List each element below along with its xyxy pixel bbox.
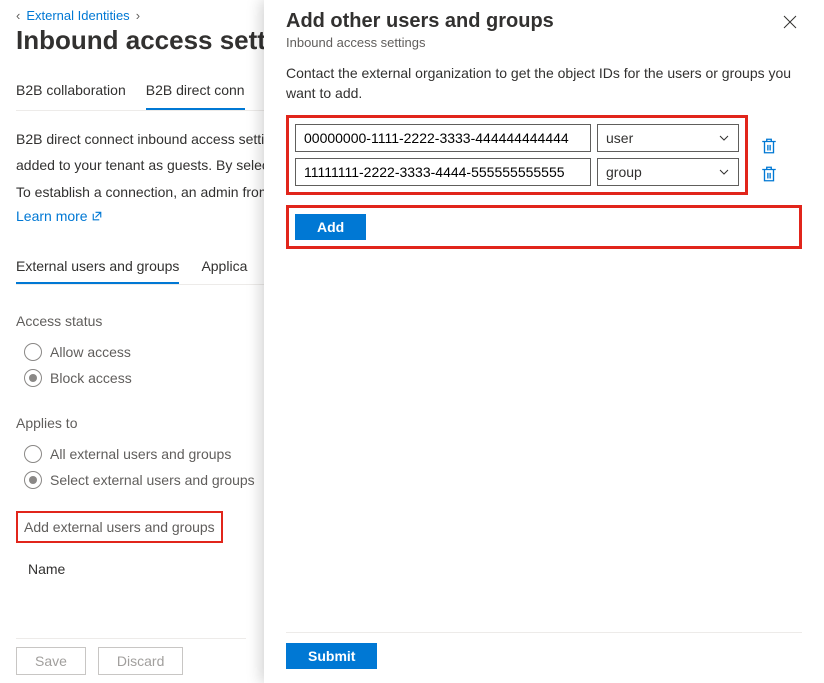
discard-button[interactable]: Discard xyxy=(98,647,183,675)
external-link-icon xyxy=(91,210,103,222)
submit-button[interactable]: Submit xyxy=(286,643,377,669)
object-id-input[interactable] xyxy=(295,158,591,186)
object-type-select[interactable]: group xyxy=(597,158,739,186)
subtab-external-users-groups[interactable]: External users and groups xyxy=(16,252,179,284)
panel-instruction: Contact the external organization to get… xyxy=(286,64,802,103)
object-id-input[interactable] xyxy=(295,124,591,152)
object-row: group xyxy=(295,158,739,186)
delete-row-button[interactable] xyxy=(760,165,778,183)
close-button[interactable] xyxy=(778,10,802,34)
radio-icon xyxy=(24,369,42,387)
tab-b2b-collaboration[interactable]: B2B collaboration xyxy=(16,74,126,110)
add-button-highlight: Add xyxy=(286,205,802,249)
footer-bar: Save Discard xyxy=(16,638,246,675)
delete-row-button[interactable] xyxy=(760,137,778,155)
radio-icon xyxy=(24,445,42,463)
add-external-users-groups-button[interactable]: Add external users and groups xyxy=(24,519,215,535)
tab-b2b-direct-connect[interactable]: B2B direct conn xyxy=(146,74,245,110)
learn-more-link[interactable]: Learn more xyxy=(16,208,103,224)
close-icon xyxy=(783,15,797,29)
radio-icon xyxy=(24,471,42,489)
chevron-down-icon xyxy=(718,132,730,144)
save-button[interactable]: Save xyxy=(16,647,86,675)
chevron-left-icon: ‹ xyxy=(16,8,20,23)
panel-subtitle: Inbound access settings xyxy=(286,35,554,50)
object-type-select[interactable]: user xyxy=(597,124,739,152)
object-row: user xyxy=(295,124,739,152)
breadcrumb-parent[interactable]: External Identities xyxy=(26,8,129,23)
radio-icon xyxy=(24,343,42,361)
object-rows-highlight: user group xyxy=(286,115,748,195)
add-button[interactable]: Add xyxy=(295,214,366,240)
subtab-applications[interactable]: Applica xyxy=(201,252,247,284)
add-users-groups-panel: Add other users and groups Inbound acces… xyxy=(264,0,824,683)
chevron-right-icon: › xyxy=(136,8,140,23)
chevron-down-icon xyxy=(718,166,730,178)
panel-title: Add other users and groups xyxy=(286,10,554,33)
add-external-highlight: Add external users and groups xyxy=(16,511,223,543)
